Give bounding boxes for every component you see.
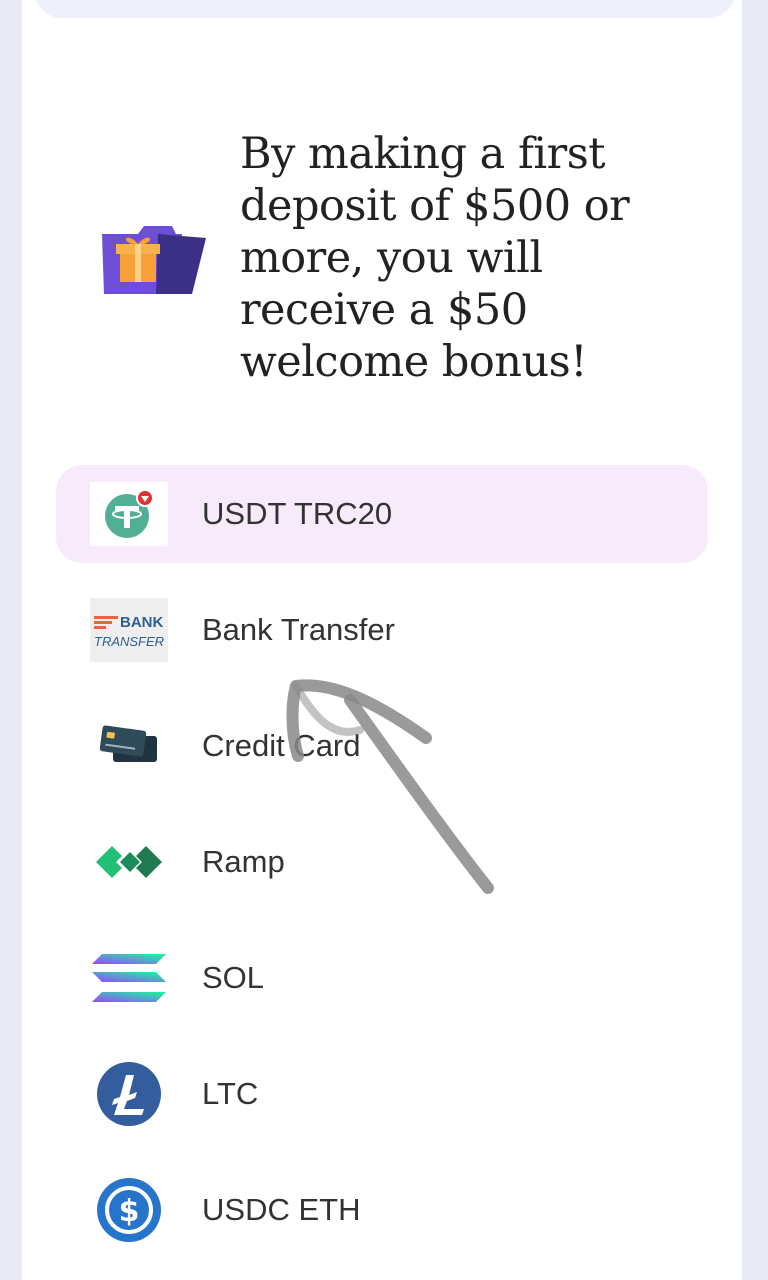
transfer-icon-text: TRANSFER: [94, 634, 164, 649]
ramp-icon: [90, 830, 168, 894]
payment-method-label: SOL: [202, 960, 265, 995]
usdt-icon: [90, 482, 168, 546]
usdc-icon: $: [90, 1178, 168, 1242]
payment-method-ltc[interactable]: LTC: [56, 1045, 708, 1143]
payment-method-label: Credit Card: [202, 728, 361, 763]
payment-method-label: USDC ETH: [202, 1192, 361, 1227]
payment-method-label: Ramp: [202, 844, 285, 879]
payment-method-bank-transfer[interactable]: BANK TRANSFER Bank Transfer: [56, 581, 708, 679]
payment-method-sol[interactable]: SOL: [56, 929, 708, 1027]
top-banner-strip: [34, 0, 736, 18]
payment-method-credit-card[interactable]: Credit Card: [56, 697, 708, 795]
payment-method-ramp[interactable]: Ramp: [56, 813, 708, 911]
gift-folder-icon: [102, 226, 206, 294]
payment-method-usdc-eth[interactable]: $ USDC ETH: [56, 1161, 708, 1259]
payment-method-label: Bank Transfer: [202, 612, 395, 647]
payment-method-usdt-trc20[interactable]: USDT TRC20: [56, 465, 708, 563]
sol-icon: [90, 946, 168, 1010]
payment-method-label: USDT TRC20: [202, 496, 393, 531]
welcome-bonus-text: By making a first deposit of $500 or mor…: [240, 129, 630, 387]
bank-transfer-icon: BANK TRANSFER: [90, 598, 168, 662]
payment-method-label: LTC: [202, 1076, 259, 1111]
credit-card-icon: [90, 714, 168, 778]
bank-icon-text: BANK: [120, 614, 163, 631]
svg-text:$: $: [119, 1194, 140, 1229]
ltc-icon: [90, 1062, 168, 1126]
